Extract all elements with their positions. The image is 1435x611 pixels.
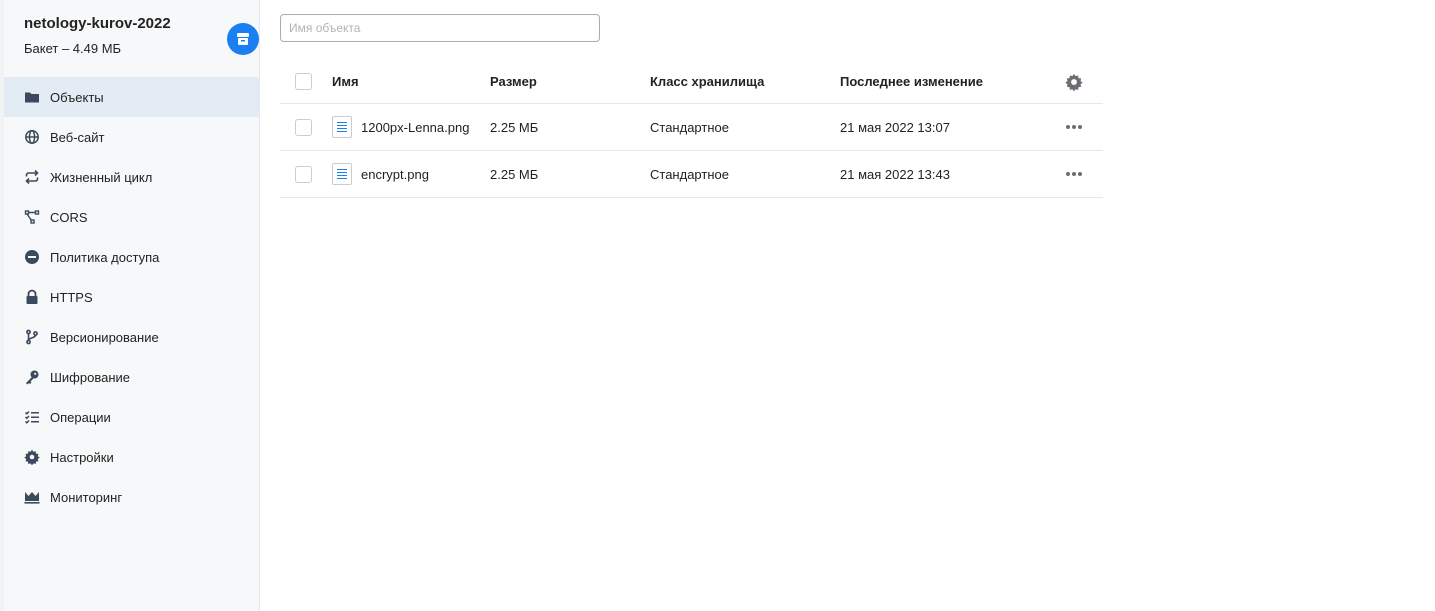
key-icon: [24, 369, 40, 385]
table-header: Имя Размер Класс хранилища Последнее изм…: [280, 60, 1103, 104]
search-input[interactable]: [280, 14, 600, 42]
branch-icon: [24, 329, 40, 345]
sidebar-item-label: Операции: [50, 409, 111, 425]
bucket-icon[interactable]: [227, 23, 259, 55]
sidebar-item-operations[interactable]: Операции: [4, 397, 259, 437]
file-icon: [332, 163, 352, 185]
minus-circle-icon: [24, 249, 40, 265]
sidebar-item-label: Веб-сайт: [50, 129, 105, 145]
objects-table: Имя Размер Класс хранилища Последнее изм…: [280, 60, 1103, 198]
table-row[interactable]: encrypt.png 2.25 МБ Стандартное 21 мая 2…: [280, 151, 1103, 198]
bucket-name: netology-kurov-2022: [24, 15, 171, 32]
object-modified: 21 мая 2022 13:07: [840, 119, 950, 135]
bucket-size: Бакет – 4.49 МБ: [24, 41, 122, 56]
sidebar-item-label: Версионирование: [50, 329, 159, 345]
objects-panel: Имя Размер Класс хранилища Последнее изм…: [280, 0, 1110, 611]
sidebar-item-website[interactable]: Веб-сайт: [4, 117, 259, 157]
bucket-header: netology-kurov-2022 Бакет – 4.49 МБ: [24, 14, 259, 64]
file-icon: [332, 116, 352, 138]
sidebar-item-label: Политика доступа: [50, 249, 160, 265]
nodes-icon: [24, 209, 40, 225]
sidebar-nav: Объекты Веб-сайт Жизненный цикл CORS Пол…: [4, 77, 259, 517]
column-header-storage-class[interactable]: Класс хранилища: [650, 74, 764, 89]
more-actions-icon[interactable]: [1066, 125, 1082, 129]
sidebar-item-label: Настройки: [50, 449, 114, 465]
sidebar-item-monitoring[interactable]: Мониторинг: [4, 477, 259, 517]
object-name-link[interactable]: 1200px-Lenna.png: [361, 120, 469, 135]
crown-chart-icon: [24, 489, 40, 505]
row-checkbox[interactable]: [295, 118, 312, 136]
checklist-icon: [24, 409, 40, 425]
column-header-size[interactable]: Размер: [490, 74, 537, 89]
sidebar-item-label: Жизненный цикл: [50, 169, 153, 185]
sidebar-item-https[interactable]: HTTPS: [4, 277, 259, 317]
object-size: 2.25 МБ: [490, 166, 539, 182]
gear-icon[interactable]: [1065, 73, 1083, 91]
object-storage-class: Стандартное: [650, 166, 729, 182]
more-actions-icon[interactable]: [1066, 172, 1082, 176]
column-header-name[interactable]: Имя: [332, 74, 359, 89]
sidebar-item-cors[interactable]: CORS: [4, 197, 259, 237]
sidebar-item-label: Объекты: [50, 89, 104, 105]
sidebar-item-versioning[interactable]: Версионирование: [4, 317, 259, 357]
column-header-modified[interactable]: Последнее изменение: [840, 74, 983, 89]
sidebar-item-label: Мониторинг: [50, 489, 123, 505]
object-size: 2.25 МБ: [490, 119, 539, 135]
gear-icon: [24, 449, 40, 465]
row-checkbox[interactable]: [295, 165, 312, 183]
object-storage-class: Стандартное: [650, 119, 729, 135]
sidebar-item-objects[interactable]: Объекты: [4, 77, 259, 117]
sidebar-item-settings[interactable]: Настройки: [4, 437, 259, 477]
folder-icon: [24, 89, 40, 105]
object-name-link[interactable]: encrypt.png: [361, 167, 429, 182]
sidebar-item-lifecycle[interactable]: Жизненный цикл: [4, 157, 259, 197]
sidebar-item-label: HTTPS: [50, 289, 93, 305]
table-row[interactable]: 1200px-Lenna.png 2.25 МБ Стандартное 21 …: [280, 104, 1103, 151]
select-all-checkbox[interactable]: [295, 73, 312, 90]
sidebar-item-label: Шифрование: [50, 369, 130, 385]
cycle-arrows-icon: [24, 169, 40, 185]
object-modified: 21 мая 2022 13:43: [840, 166, 950, 182]
globe-icon: [24, 129, 40, 145]
lock-icon: [24, 289, 40, 305]
sidebar-item-access-policy[interactable]: Политика доступа: [4, 237, 259, 277]
sidebar: netology-kurov-2022 Бакет – 4.49 МБ Объе…: [4, 0, 260, 611]
sidebar-item-label: CORS: [50, 209, 88, 225]
sidebar-item-encryption[interactable]: Шифрование: [4, 357, 259, 397]
